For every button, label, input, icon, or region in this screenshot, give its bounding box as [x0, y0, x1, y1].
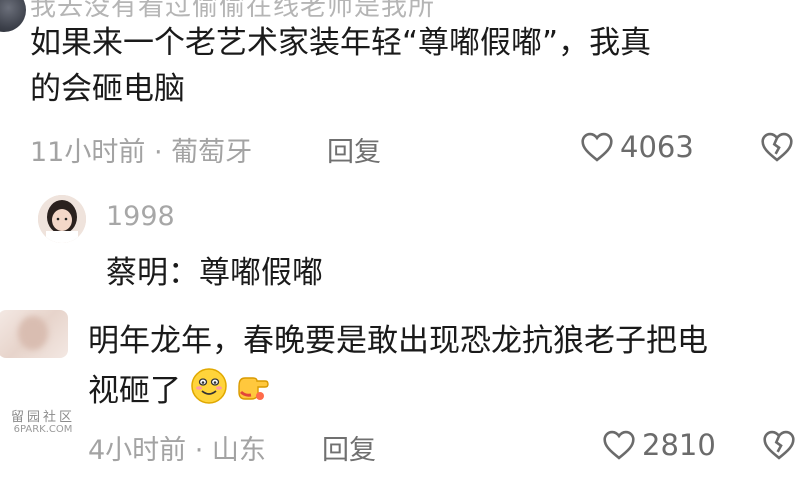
broken-heart-icon[interactable] [760, 132, 794, 166]
reply-button[interactable]: 回复 [327, 130, 381, 169]
smiling-face-emoji [189, 366, 229, 419]
avatar[interactable] [0, 310, 68, 358]
reply-text: 蔡明：尊嘟假嘟 [106, 255, 323, 291]
reply-username[interactable]: 1998 [106, 201, 175, 232]
watermark-title: 留园社区 [10, 410, 75, 425]
like-button[interactable]: 2810 [602, 428, 716, 462]
heart-outline-icon [580, 132, 614, 162]
watermark-url: 6PARK.COM [13, 424, 73, 435]
watermark: 留园社区 6PARK.COM [8, 410, 78, 436]
reply-avatar[interactable] [38, 195, 86, 243]
comment-text: 视砸了 [88, 373, 181, 409]
comment-text-line-2: 的会砸电脑 [30, 71, 185, 107]
comment-text-line-1: 如果来一个老艺术家装年轻“尊嘟假嘟”，我真 [30, 25, 652, 61]
like-count: 2810 [642, 428, 716, 462]
like-button[interactable]: 4063 [580, 130, 694, 164]
avatar[interactable] [0, 0, 26, 32]
like-count: 4063 [620, 130, 694, 164]
comment-text-line-2: 视砸了 [88, 366, 271, 419]
comment-meta: 11小时前 · 葡萄牙 [30, 137, 253, 168]
heart-outline-icon [602, 430, 636, 460]
reply-button[interactable]: 回复 [322, 428, 376, 467]
comment-text-line-1: 明年龙年，春晚要是敢出现恐龙抗狼老子把电 [88, 323, 708, 359]
broken-heart-icon[interactable] [762, 430, 796, 464]
comment-meta: 4小时前 · 山东 [88, 435, 266, 466]
pointing-hand-emoji [231, 366, 271, 419]
